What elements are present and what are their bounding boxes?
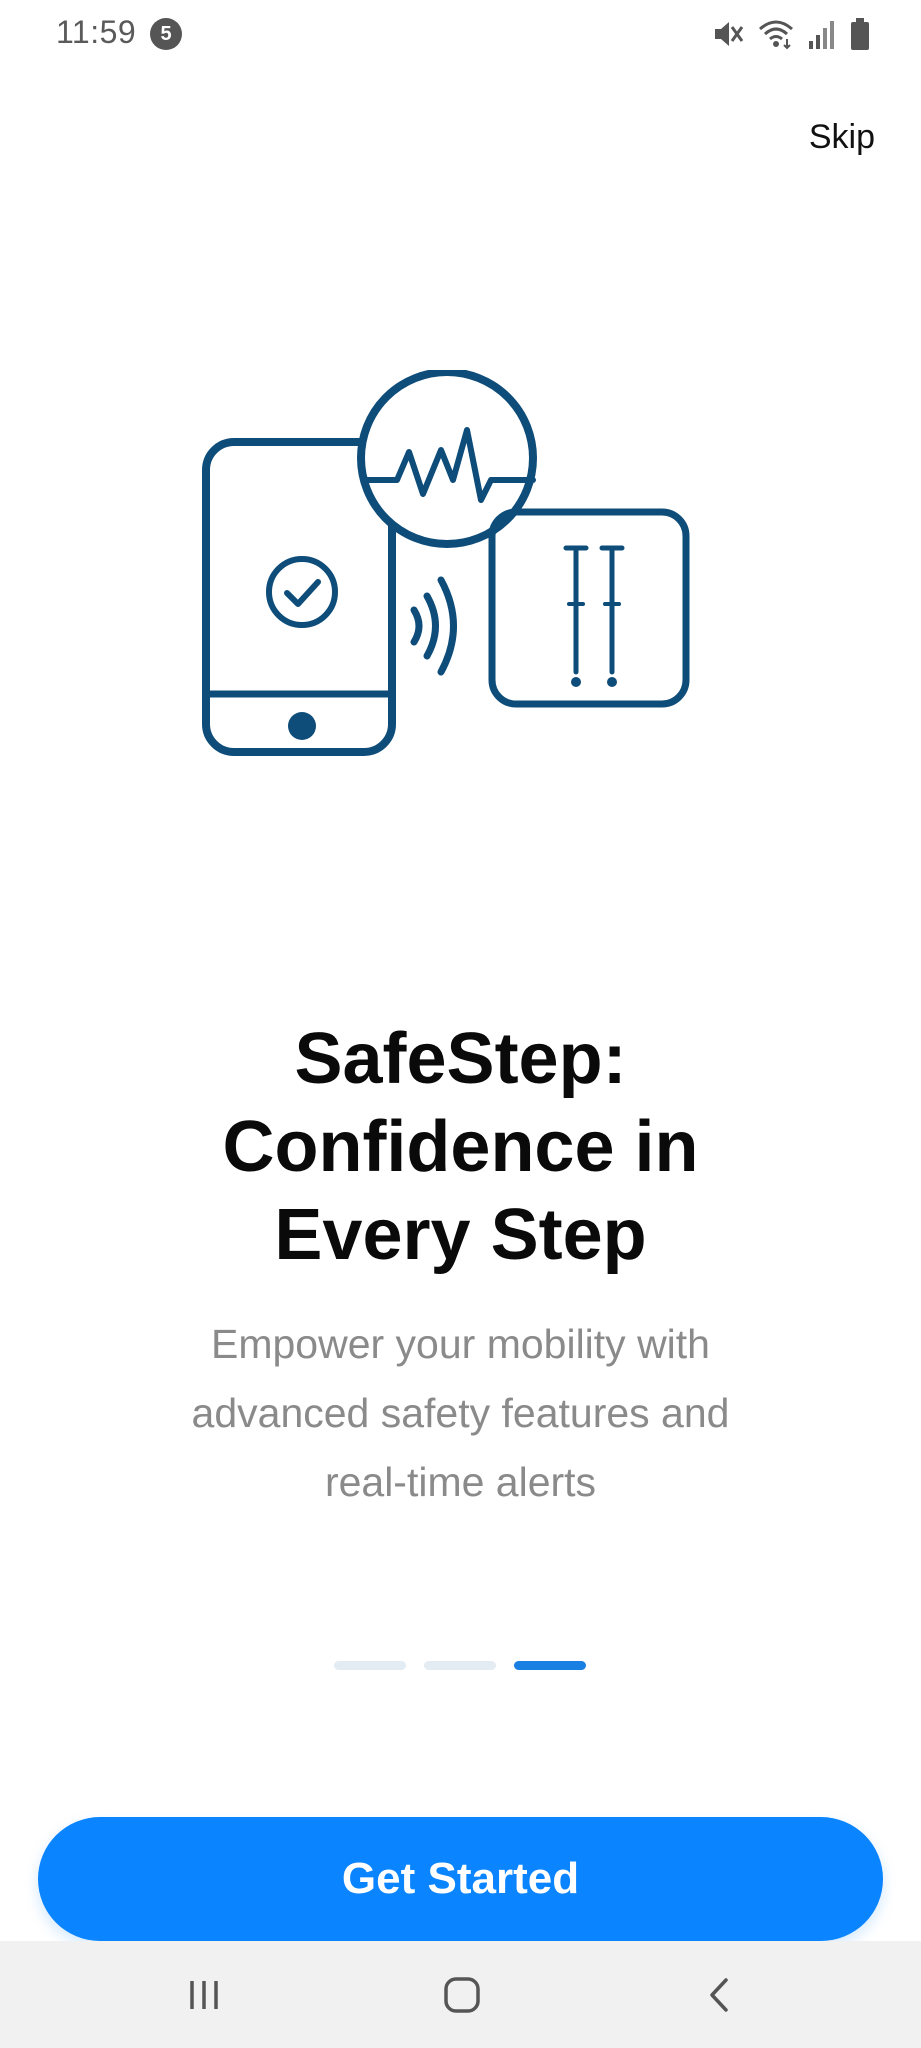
page-indicator-dot-1[interactable] bbox=[334, 1661, 406, 1670]
skip-button[interactable]: Skip bbox=[809, 118, 875, 157]
page-indicator bbox=[334, 1661, 586, 1670]
recent-apps-icon bbox=[190, 1981, 218, 2009]
page-indicator-dot-3-active[interactable] bbox=[514, 1661, 586, 1670]
subtitle-line: real-time alerts bbox=[324, 1459, 597, 1505]
title-line: SafeStep: bbox=[294, 1019, 627, 1099]
onboarding-title: SafeStep: Confidence in Every Step bbox=[60, 1015, 861, 1279]
status-icons bbox=[711, 14, 871, 54]
signal-icon bbox=[809, 21, 834, 49]
status-bar: 11:59 5 bbox=[0, 0, 921, 70]
wireless-signal-icon bbox=[410, 576, 457, 676]
onboarding-subtitle: Empower your mobility with advanced safe… bbox=[140, 1310, 781, 1517]
mute-icon bbox=[715, 22, 744, 46]
notification-count-badge: 5 bbox=[150, 18, 182, 50]
battery-icon bbox=[851, 18, 869, 50]
system-navigation-bar bbox=[0, 1941, 921, 2048]
home-button[interactable] bbox=[432, 1967, 492, 2023]
get-started-button[interactable]: Get Started bbox=[38, 1817, 883, 1941]
safestep-illustration bbox=[202, 370, 690, 756]
subtitle-line: advanced safety features and bbox=[191, 1390, 730, 1436]
back-icon bbox=[710, 1978, 728, 2012]
page-indicator-dot-2[interactable] bbox=[424, 1661, 496, 1670]
wifi-icon bbox=[759, 20, 793, 50]
heartbeat-icon bbox=[357, 370, 537, 548]
crutches-icon bbox=[488, 508, 690, 708]
home-icon bbox=[444, 1977, 480, 2013]
status-time: 11:59 bbox=[56, 14, 137, 50]
title-line: Confidence in bbox=[222, 1107, 699, 1187]
recent-apps-button[interactable] bbox=[174, 1967, 234, 2023]
back-button[interactable] bbox=[690, 1967, 750, 2023]
title-line: Every Step bbox=[274, 1195, 647, 1275]
subtitle-line: Empower your mobility with bbox=[211, 1321, 710, 1367]
